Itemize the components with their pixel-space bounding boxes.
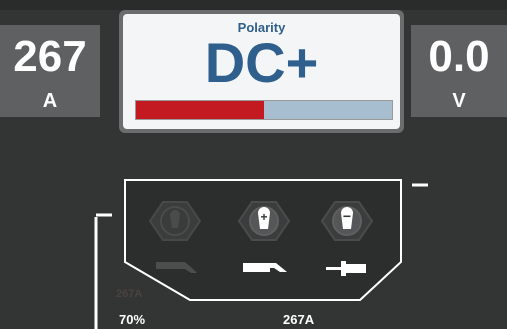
- percent-readout: 70%: [119, 312, 146, 327]
- plus-symbol: +: [260, 210, 267, 224]
- minus-symbol: −: [343, 208, 351, 224]
- faded-readout: 267A: [116, 288, 143, 300]
- connector-panel: + −: [94, 179, 428, 329]
- amps-readout: 267A: [283, 312, 315, 327]
